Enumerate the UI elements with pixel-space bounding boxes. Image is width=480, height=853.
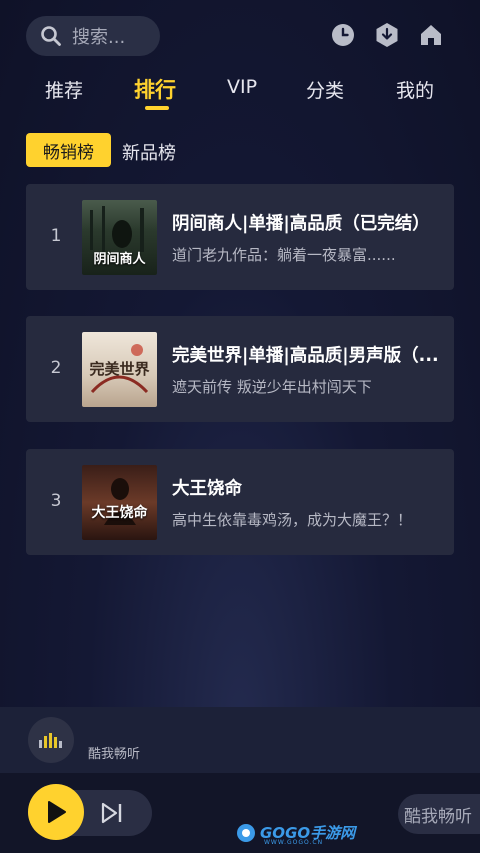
play-button[interactable]: [28, 784, 84, 840]
search-placeholder: 搜索...: [72, 27, 126, 48]
book-cover: 完美世界: [82, 332, 157, 407]
book-description: 遮天前传 叛逆少年出村闯天下: [172, 378, 372, 396]
book-title: 完美世界|单播|高品质|男声版（...: [172, 346, 439, 366]
mini-player-label: 酷我畅听: [88, 747, 141, 762]
book-cover: 大王饶命: [82, 465, 157, 540]
home-icon[interactable]: [418, 22, 444, 48]
tab-category[interactable]: 分类: [306, 76, 344, 103]
skip-next-icon: [101, 802, 122, 824]
audio-bars-icon: [39, 733, 62, 748]
cover-title: 完美世界: [89, 360, 150, 378]
rank-number: 3: [50, 491, 62, 511]
cover-title: 阴间商人: [93, 252, 146, 267]
cover-title: 大王饶命: [91, 505, 148, 521]
next-button[interactable]: [100, 802, 124, 824]
book-description: 道门老九作品：躺着一夜暴富......: [172, 246, 396, 264]
rank-number: 1: [50, 226, 62, 246]
active-tab-indicator: [145, 106, 169, 110]
tab-mine[interactable]: 我的: [396, 76, 434, 103]
book-title: 大王饶命: [172, 479, 242, 499]
search-bar[interactable]: 搜索...: [26, 16, 160, 56]
watermark-logo-icon: [237, 823, 255, 842]
tab-ranking[interactable]: 排行: [134, 74, 176, 104]
ranking-item[interactable]: 3 大王饶命 大王饶命 高中生依靠毒鸡汤，成为大魔王？！: [26, 449, 454, 555]
mini-player[interactable]: 酷我畅听: [0, 707, 480, 773]
ranking-item[interactable]: 2 完美世界 完美世界|单播|高品质|男声版（... 遮天前传 叛逆少年出村闯天…: [26, 316, 454, 422]
search-icon: [41, 26, 61, 46]
book-description: 高中生依靠毒鸡汤，成为大魔王？！: [172, 511, 413, 529]
play-icon: [48, 801, 66, 823]
book-cover: 阴间商人: [82, 200, 157, 275]
subtab-new[interactable]: 新品榜: [122, 139, 176, 165]
watermark: GOGO手游网 WWW.GOGO.CN: [236, 822, 355, 846]
download-icon[interactable]: [374, 22, 400, 48]
watermark-url: WWW.GOGO.CN: [264, 839, 324, 846]
ranking-item[interactable]: 1 阴间商人 阴间商人|单播|高品质（已完结） 道门老九作品：躺着一夜暴富...…: [26, 184, 454, 290]
app-brand-button[interactable]: 酷我畅听: [398, 794, 480, 834]
tab-vip[interactable]: VIP: [227, 76, 257, 98]
clock-icon[interactable]: [330, 22, 356, 48]
rank-number: 2: [50, 358, 62, 378]
subtab-bestseller[interactable]: 畅销榜: [26, 133, 111, 167]
book-title: 阴间商人|单播|高品质（已完结）: [172, 214, 430, 234]
mini-player-thumbnail: [28, 717, 74, 763]
tab-recommend[interactable]: 推荐: [45, 76, 83, 103]
